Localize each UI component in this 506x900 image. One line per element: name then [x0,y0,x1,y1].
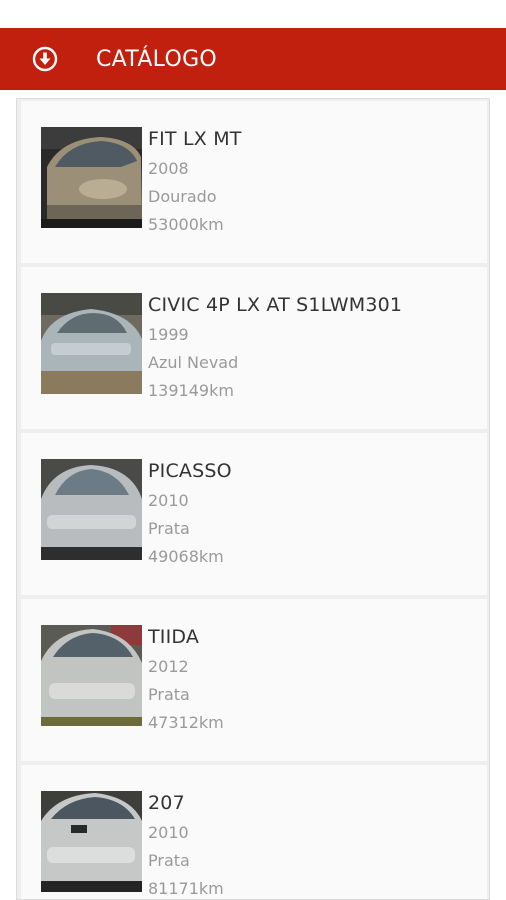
car-mileage: 139149km [148,381,234,400]
car-mileage: 53000km [148,215,224,234]
car-card[interactable]: PICASSO 2010 Prata 49068km [21,433,487,595]
car-card[interactable]: TIIDA 2012 Prata 47312km [21,599,487,761]
circle-arrow-down-icon[interactable] [30,44,60,74]
car-photo [41,625,142,726]
car-year: 1999 [148,325,189,344]
car-photo [41,791,142,892]
car-mileage: 49068km [148,547,224,566]
car-photo [41,293,142,394]
car-mileage: 81171km [148,879,224,898]
car-model: TIIDA [148,626,200,648]
car-list[interactable]: FIT LX MT 2008 Dourado 53000km CIVIC 4P … [16,98,490,900]
app-bar: CATÁLOGO [0,28,506,90]
car-model: 207 [148,792,185,814]
car-model: FIT LX MT [148,128,242,150]
car-card[interactable]: 207 2010 Prata 81171km [21,765,487,899]
car-model: PICASSO [148,460,232,482]
page-title: CATÁLOGO [96,46,218,72]
status-bar [0,0,506,28]
car-year: 2010 [148,491,189,510]
car-card[interactable]: FIT LX MT 2008 Dourado 53000km [21,101,487,263]
car-color: Prata [148,851,190,870]
car-photo [41,459,142,560]
car-year: 2010 [148,823,189,842]
car-photo [41,127,142,228]
car-mileage: 47312km [148,713,224,732]
car-year: 2012 [148,657,189,676]
car-year: 2008 [148,159,189,178]
car-color: Azul Nevad [148,353,239,372]
car-model: CIVIC 4P LX AT S1LWM301 [148,294,403,316]
car-color: Dourado [148,187,217,206]
car-color: Prata [148,519,190,538]
car-card[interactable]: CIVIC 4P LX AT S1LWM301 1999 Azul Nevad … [21,267,487,429]
car-color: Prata [148,685,190,704]
